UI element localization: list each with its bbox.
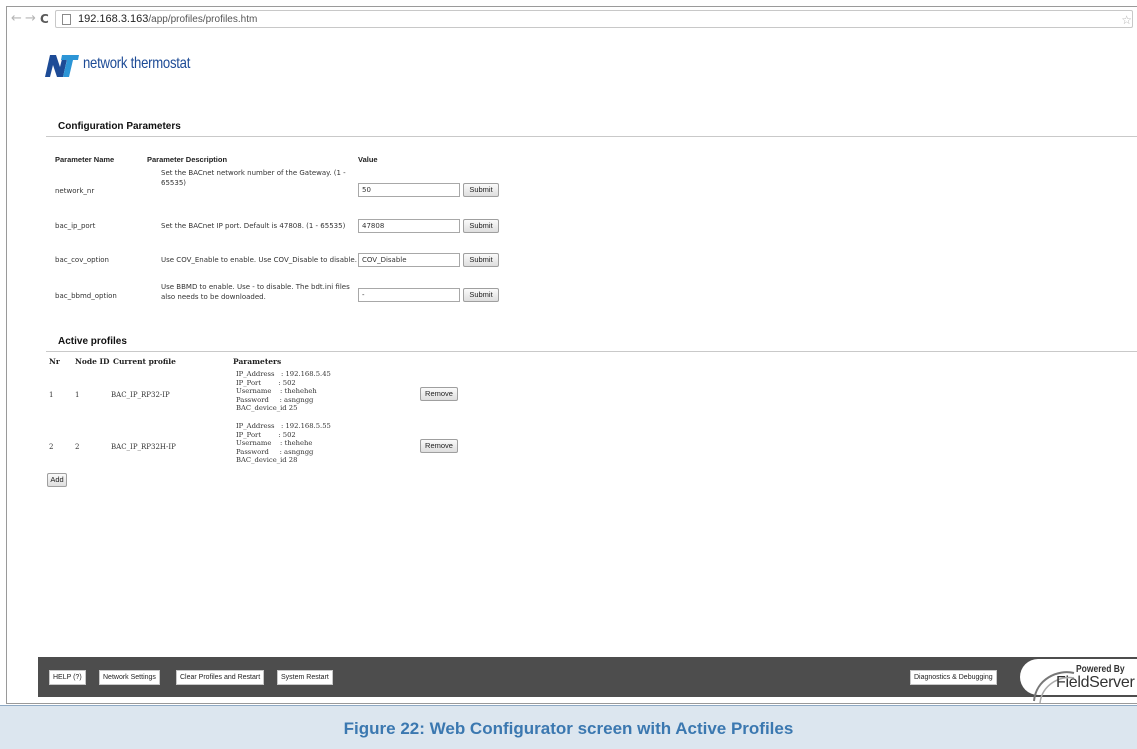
param-name: bac_bbmd_option <box>55 292 117 300</box>
network-nr-input[interactable]: 50 <box>358 183 460 197</box>
profile-node-id: 2 <box>75 443 80 451</box>
param-description: Set the BACnet IP port. Default is 47808… <box>161 222 346 230</box>
param-description: Use COV_Enable to enable. Use COV_Disabl… <box>161 256 357 264</box>
bac-bbmd-option-input[interactable]: - <box>358 288 460 302</box>
param-line: Password : asngngg <box>236 447 314 456</box>
profiles-divider <box>46 351 1137 352</box>
param-line: Username : thehehe <box>236 439 313 448</box>
page-icon <box>62 14 71 25</box>
profiles-section-title: Active profiles <box>58 336 127 347</box>
profile-nr: 2 <box>49 443 54 451</box>
submit-button[interactable]: Submit <box>463 219 499 233</box>
param-name: network_nr <box>55 187 95 195</box>
param-line: Username : theheheh <box>236 387 317 396</box>
back-arrow-icon[interactable]: ← <box>11 11 22 26</box>
url-text: 192.168.3.163/app/profiles/profiles.htm <box>78 13 258 25</box>
figure-caption: Figure 22: Web Configurator screen with … <box>343 719 794 738</box>
profile-nr: 1 <box>49 391 54 399</box>
add-profile-button[interactable]: Add <box>47 473 67 487</box>
clear-profiles-button[interactable]: Clear Profiles and Restart <box>176 670 265 685</box>
figure-caption-band: Figure 22: Web Configurator screen with … <box>0 705 1137 749</box>
param-name: bac_ip_port <box>55 222 96 230</box>
remove-button[interactable]: Remove <box>420 387 458 401</box>
param-line: IP_Address : 192.168.5.45 <box>236 370 331 378</box>
current-profile-header: Current profile <box>113 357 176 366</box>
system-restart-button[interactable]: System Restart <box>277 670 333 685</box>
network-settings-button[interactable]: Network Settings <box>99 670 160 685</box>
profile-name: BAC_IP_RP32-IP <box>111 391 170 399</box>
browser-toolbar: ← → C 192.168.3.163/app/profiles/profile… <box>7 7 1137 33</box>
browser-window: ← → C 192.168.3.163/app/profiles/profile… <box>6 6 1137 704</box>
submit-button[interactable]: Submit <box>463 183 499 197</box>
submit-button[interactable]: Submit <box>463 288 499 302</box>
fieldserver-logo: Powered By FieldServer <box>1020 659 1137 703</box>
nt-logo-icon <box>45 55 79 77</box>
param-line: IP_Port : 502 <box>236 430 296 439</box>
bac-cov-option-input[interactable]: COV_Disable <box>358 253 460 267</box>
param-line: IP_Port : 502 <box>236 378 296 387</box>
config-section-title: Configuration Parameters <box>58 121 181 132</box>
param-description: Set the BACnet network number of the Gat… <box>161 169 346 187</box>
config-divider <box>46 136 1137 137</box>
help-button[interactable]: HELP (?) <box>49 670 86 685</box>
profile-node-id: 1 <box>75 391 80 399</box>
profile-name: BAC_IP_RP32H-IP <box>111 443 176 451</box>
param-name: bac_cov_option <box>55 256 109 264</box>
remove-button[interactable]: Remove <box>420 439 458 453</box>
param-description-header: Parameter Description <box>147 155 228 164</box>
reload-icon[interactable]: C <box>40 12 49 26</box>
node-id-header: Node ID <box>75 357 110 366</box>
fieldserver-text: FieldServer <box>1056 674 1135 691</box>
param-line: BAC_device_id 28 <box>236 456 298 465</box>
logo-text: network thermostat <box>83 55 191 72</box>
param-name-header: Parameter Name <box>55 155 115 164</box>
profile-parameters: IP_Address : 192.168.5.45 IP_Port : 502 … <box>236 370 331 413</box>
footer-bar: HELP (?) Network Settings Clear Profiles… <box>38 657 1137 703</box>
param-description: Use BBMD to enable. Use - to disable. Th… <box>161 283 350 301</box>
submit-button[interactable]: Submit <box>463 253 499 267</box>
address-bar[interactable]: 192.168.3.163/app/profiles/profiles.htm … <box>55 10 1133 28</box>
param-value-header: Value <box>358 155 378 164</box>
forward-arrow-icon[interactable]: → <box>25 11 36 26</box>
bac-ip-port-input[interactable]: 47808 <box>358 219 460 233</box>
param-line: IP_Address : 192.168.5.55 <box>236 422 331 430</box>
param-line: Password : asngngg <box>236 395 314 404</box>
profile-parameters: IP_Address : 192.168.5.55 IP_Port : 502 … <box>236 422 331 465</box>
nr-header: Nr <box>49 357 60 366</box>
parameters-header: Parameters <box>233 357 282 366</box>
param-line: BAC_device_id 25 <box>236 404 298 413</box>
diagnostics-button[interactable]: Diagnostics & Debugging <box>910 670 997 685</box>
bookmark-star-icon[interactable]: ☆ <box>1121 13 1132 27</box>
